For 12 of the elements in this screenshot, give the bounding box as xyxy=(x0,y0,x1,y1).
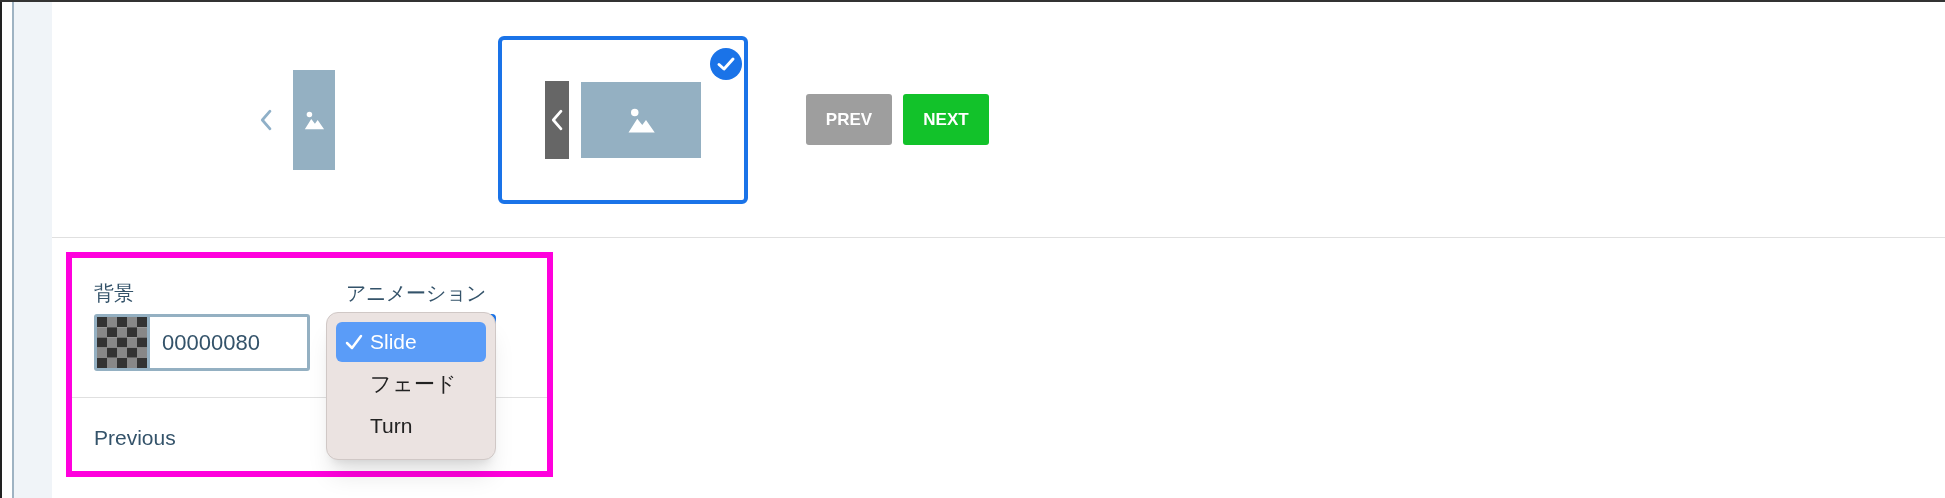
chevron-left-icon xyxy=(550,108,564,131)
menu-item[interactable]: Turn xyxy=(336,406,486,446)
color-field[interactable]: 00000080 xyxy=(94,314,310,371)
checkmark-icon xyxy=(345,333,363,351)
color-swatch xyxy=(97,317,147,368)
layout-option[interactable] xyxy=(498,35,748,204)
menu-item[interactable]: フェード xyxy=(336,364,486,404)
field-label: 背景 xyxy=(94,281,135,306)
field-label: アニメーション xyxy=(346,281,487,306)
section-label: Previous xyxy=(94,426,176,449)
check-badge-icon xyxy=(710,47,742,80)
chevron-left-icon xyxy=(259,108,273,131)
